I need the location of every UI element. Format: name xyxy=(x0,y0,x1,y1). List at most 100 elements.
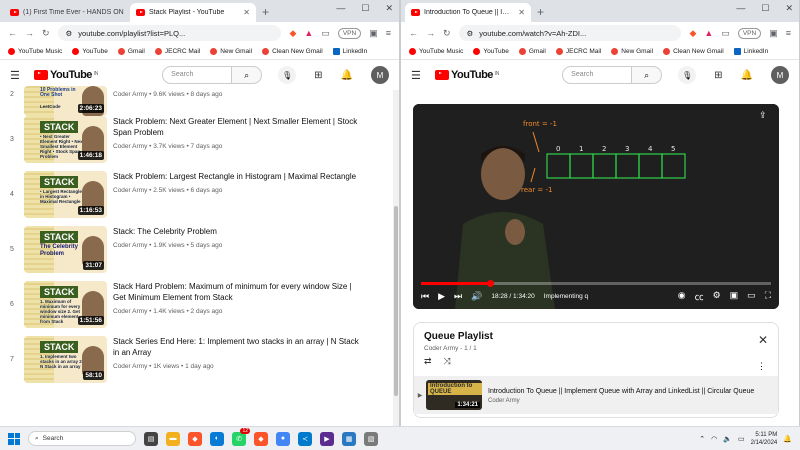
bookmark-youtube-music[interactable]: YouTube Music xyxy=(8,48,62,55)
progress-bar[interactable] xyxy=(421,280,771,287)
reload-icon[interactable]: ↻ xyxy=(42,28,50,39)
playlist-row[interactable]: 6 STACK 1. Maximum of minimum for every … xyxy=(6,281,393,336)
playlist-row[interactable]: 4 STACK • Largest Rectangle in Histogram… xyxy=(6,171,393,226)
video-thumbnail[interactable]: STACK • Largest Rectangle in Histogram •… xyxy=(24,171,107,218)
new-tab-button[interactable]: + xyxy=(262,5,269,19)
notifications-icon[interactable]: 🔔 xyxy=(783,435,792,443)
address-bar[interactable]: ⚙ youtube.com/playlist?list=PLQ... xyxy=(57,25,282,41)
wallet-icon[interactable]: ▣ xyxy=(769,28,778,39)
rewards-icon[interactable]: ▲ xyxy=(304,28,313,38)
bookmark-clean-new-gmail[interactable]: Clean New Gmail xyxy=(262,48,323,55)
fullscreen-icon[interactable]: ⛶ xyxy=(765,290,771,303)
notifications-bell-icon[interactable]: 🔔 xyxy=(741,70,753,81)
volume-icon[interactable]: 🔊 xyxy=(471,291,482,302)
youtube-logo[interactable]: YouTube IN xyxy=(34,69,98,81)
user-avatar[interactable]: M xyxy=(771,66,789,84)
chapter-title[interactable]: Implementing q xyxy=(544,293,588,300)
windows-start-icon[interactable] xyxy=(8,432,20,445)
playlist-row[interactable]: 2 10 Problems in One Shot LeetCode 2:06:… xyxy=(6,82,393,116)
minimize-icon[interactable]: — xyxy=(736,3,745,14)
maximize-icon[interactable]: ☐ xyxy=(761,3,769,14)
battery-icon[interactable]: ▭ xyxy=(738,435,745,443)
more-options-icon[interactable]: ⋮ xyxy=(757,361,766,372)
notifications-bell-icon[interactable]: 🔔 xyxy=(341,70,353,81)
tab-stack-playlist[interactable]: Stack Playlist - YouTube ✕ xyxy=(130,3,256,22)
autoplay-toggle-icon[interactable]: ◉ xyxy=(678,290,686,303)
create-video-icon[interactable]: ⊞ xyxy=(714,70,722,81)
shuffle-icon[interactable]: ⤨ xyxy=(444,356,451,367)
youtube-logo[interactable]: YouTube IN xyxy=(435,69,499,81)
video-title[interactable]: Introduction To Queue || Implement Queue… xyxy=(488,387,768,396)
page-scrollbar[interactable] xyxy=(393,90,399,426)
playlist-row[interactable]: 3 STACK • Next Greater Element Right • N… xyxy=(6,116,393,171)
forward-icon[interactable]: → xyxy=(426,28,435,38)
bookmark-jecrc-mail[interactable]: JECRC Mail xyxy=(154,48,200,55)
sidebar-icon[interactable]: ▭ xyxy=(721,28,730,39)
bookmark-linkedin[interactable]: LinkedIn xyxy=(733,48,768,55)
previous-icon[interactable]: ⏮ xyxy=(421,291,429,302)
bookmark-clean-new-gmail[interactable]: Clean New Gmail xyxy=(663,48,724,55)
whatsapp-icon[interactable]: ✆ 12 xyxy=(232,427,250,446)
video-thumbnail[interactable]: STACK • Next Greater Element Right • Nex… xyxy=(24,116,107,163)
reload-icon[interactable]: ↻ xyxy=(443,28,451,39)
share-icon[interactable]: ⇪ xyxy=(759,110,771,122)
menu-icon[interactable]: ≡ xyxy=(786,28,791,38)
video-title[interactable]: Stack: The Celebrity Problem xyxy=(113,226,363,237)
video-thumbnail[interactable]: STACK 1. Maximum of minimum for every wi… xyxy=(24,281,107,328)
scrollbar-thumb[interactable] xyxy=(394,206,398,396)
video-title[interactable]: Stack Problem: Largest Rectangle in Hist… xyxy=(113,171,363,182)
bookmark-new-gmail[interactable]: New Gmail xyxy=(611,48,653,55)
close-panel-icon[interactable]: ✕ xyxy=(758,333,768,347)
task-view-icon[interactable]: ▤ xyxy=(144,431,158,446)
playlist-row[interactable]: 5 STACK The Celebrity Problem 31:07 Stac… xyxy=(6,226,393,281)
playlist-item-current[interactable]: ▶ Introduction to QUEUE 1:34:21 Introduc… xyxy=(414,376,778,414)
theater-mode-icon[interactable]: ▭ xyxy=(747,290,756,303)
close-tab-icon[interactable]: ✕ xyxy=(243,8,250,17)
app-icon[interactable]: ▧ xyxy=(364,431,378,446)
brave-browser-icon[interactable]: ◆ xyxy=(188,431,202,446)
bookmark-gmail[interactable]: Gmail xyxy=(518,48,546,55)
bookmark-youtube[interactable]: YouTube xyxy=(72,48,108,55)
scrubber-handle[interactable] xyxy=(486,280,494,287)
channel-name[interactable]: Coder Army xyxy=(113,187,147,194)
bookmark-youtube-music[interactable]: YouTube Music xyxy=(409,48,463,55)
video-thumbnail[interactable]: 10 Problems in One Shot LeetCode 2:06:23 xyxy=(24,86,107,116)
playlist-title[interactable]: Queue Playlist xyxy=(424,331,768,342)
miniplayer-icon[interactable]: ▣ xyxy=(730,290,739,303)
channel-name[interactable]: Coder Army xyxy=(113,91,147,98)
maximize-icon[interactable]: ☐ xyxy=(361,3,369,14)
chrome-icon[interactable]: ● xyxy=(276,431,290,446)
bookmark-youtube[interactable]: YouTube xyxy=(473,48,509,55)
close-window-icon[interactable]: ✕ xyxy=(385,3,393,14)
next-icon[interactable]: ⏭ xyxy=(454,291,462,302)
show-hidden-icons-icon[interactable]: ⌃ xyxy=(699,435,705,443)
file-explorer-icon[interactable]: ▬ xyxy=(166,431,180,446)
loop-icon[interactable]: ⇄ xyxy=(424,356,432,367)
video-thumbnail[interactable]: STACK 1. Implement two stacks in an arra… xyxy=(24,336,107,383)
bookmark-jecrc-mail[interactable]: JECRC Mail xyxy=(555,48,601,55)
menu-icon[interactable]: ≡ xyxy=(386,28,391,38)
minimize-icon[interactable]: — xyxy=(336,3,345,14)
video-title[interactable]: Stack Hard Problem: Maximum of minimum f… xyxy=(113,281,363,303)
media-player-icon[interactable]: ▶ xyxy=(320,431,334,446)
video-title[interactable]: Stack Series End Here: 1: Implement two … xyxy=(113,336,363,358)
captions-icon[interactable]: ㏄ xyxy=(695,290,704,303)
channel-name[interactable]: Coder Army xyxy=(113,308,147,315)
site-info-icon[interactable]: ⚙ xyxy=(467,29,474,38)
channel-name[interactable]: Coder Army xyxy=(113,143,147,150)
voice-search-button[interactable]: 🎙 xyxy=(678,66,697,84)
close-tab-icon[interactable]: ✕ xyxy=(518,8,525,17)
speaker-icon[interactable]: 🔈 xyxy=(723,435,732,443)
sticky-app-icon[interactable]: ▦ xyxy=(342,431,356,446)
back-icon[interactable]: ← xyxy=(409,28,418,38)
video-player[interactable]: 0 1 2 3 4 5 front = -1 rear = -1 ⇪ ⏮ ▶ ⏭ 🔊 18… xyxy=(413,104,779,309)
rewards-icon[interactable]: ▲ xyxy=(704,28,713,38)
close-window-icon[interactable]: ✕ xyxy=(785,3,793,14)
create-video-icon[interactable]: ⊞ xyxy=(314,70,322,81)
tab-hands-on[interactable]: (1) First Time Ever - HANDS ON xyxy=(4,3,130,22)
tab-queue-video[interactable]: Introduction To Queue || Implem ✕ xyxy=(405,3,531,22)
vpn-button[interactable]: VPN xyxy=(337,27,362,39)
new-tab-button[interactable]: + xyxy=(537,5,544,19)
channel-name[interactable]: Coder Army xyxy=(113,242,147,249)
sidebar-icon[interactable]: ▭ xyxy=(321,28,330,39)
